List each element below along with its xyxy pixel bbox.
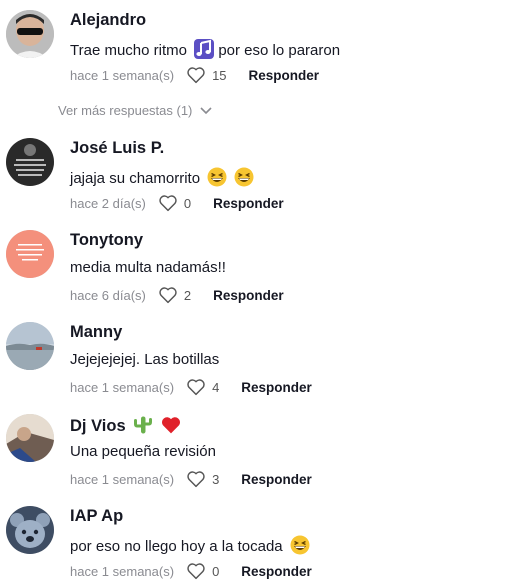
comment-item: Dj Vios Una pequeña revisión hace 1 sema… bbox=[0, 414, 518, 494]
timestamp: hace 2 día(s) bbox=[70, 195, 146, 211]
avatar[interactable] bbox=[6, 414, 54, 462]
comment-meta: hace 1 semana(s) 4 Responder bbox=[70, 378, 312, 396]
comment-text: Trae mucho ritmo por eso lo pararon bbox=[70, 39, 340, 63]
timestamp: hace 6 día(s) bbox=[70, 287, 146, 303]
like-count: 0 bbox=[212, 563, 220, 579]
grinning-squint-emoji bbox=[290, 535, 310, 559]
grinning-squint-emoji bbox=[234, 167, 254, 191]
reply-button[interactable]: Responder bbox=[241, 564, 312, 579]
heart-outline-icon bbox=[187, 563, 205, 580]
like-button[interactable]: 0 bbox=[186, 562, 219, 580]
like-button[interactable]: 2 bbox=[158, 286, 191, 304]
reply-button[interactable]: Responder bbox=[213, 196, 284, 211]
like-count: 3 bbox=[212, 471, 220, 487]
username[interactable]: Dj Vios bbox=[70, 415, 181, 440]
comment-item: Alejandro Trae mucho ritmo por eso lo pa… bbox=[0, 10, 518, 90]
avatar[interactable] bbox=[6, 230, 54, 278]
like-button[interactable]: 0 bbox=[158, 194, 191, 212]
comment-item: Tonytony media multa nadamás!! hace 6 dí… bbox=[0, 230, 518, 310]
comment-text: por eso no llego hoy a la tocada bbox=[70, 535, 310, 559]
avatar[interactable] bbox=[6, 322, 54, 370]
view-more-replies-button[interactable]: Ver más respuestas (1) bbox=[58, 103, 212, 118]
comment-meta: hace 6 día(s) 2 Responder bbox=[70, 286, 284, 304]
heart-outline-icon bbox=[159, 195, 177, 212]
timestamp: hace 1 semana(s) bbox=[70, 563, 175, 579]
timestamp: hace 1 semana(s) bbox=[70, 471, 175, 487]
reply-button[interactable]: Responder bbox=[249, 68, 320, 83]
comment-item: IAP Ap por eso no llego hoy a la tocada … bbox=[0, 506, 518, 586]
timestamp: hace 1 semana(s) bbox=[70, 379, 175, 395]
like-button[interactable]: 15 bbox=[186, 66, 227, 84]
comment-text: jajaja su chamorrito bbox=[70, 167, 254, 191]
like-button[interactable]: 4 bbox=[186, 378, 219, 396]
heart-outline-icon bbox=[187, 67, 205, 84]
username[interactable]: Alejandro bbox=[70, 11, 146, 30]
avatar[interactable] bbox=[6, 506, 54, 554]
comment-meta: hace 1 semana(s) 0 Responder bbox=[70, 562, 312, 580]
username[interactable]: José Luis P. bbox=[70, 139, 164, 158]
username[interactable]: Manny bbox=[70, 323, 122, 342]
chevron-down-icon bbox=[200, 106, 212, 114]
grinning-squint-emoji bbox=[207, 167, 227, 191]
like-button[interactable]: 3 bbox=[186, 470, 219, 488]
comment-item: Manny Jejejejejej. Las botillas hace 1 s… bbox=[0, 322, 518, 402]
comment-text: media multa nadamás!! bbox=[70, 259, 226, 276]
comment-meta: hace 2 día(s) 0 Responder bbox=[70, 194, 284, 212]
reply-button[interactable]: Responder bbox=[213, 288, 284, 303]
comment-meta: hace 1 semana(s) 15 Responder bbox=[70, 66, 319, 84]
like-count: 0 bbox=[183, 195, 192, 211]
comment-text: Jejejejejej. Las botillas bbox=[70, 351, 220, 368]
comment-text: Una pequeña revisión bbox=[70, 443, 216, 460]
like-count: 4 bbox=[212, 379, 220, 395]
avatar[interactable] bbox=[6, 10, 54, 58]
cactus-emoji bbox=[133, 415, 153, 440]
timestamp: hace 1 semana(s) bbox=[70, 67, 175, 83]
avatar[interactable] bbox=[6, 138, 54, 186]
reply-button[interactable]: Responder bbox=[241, 380, 312, 395]
like-count: 15 bbox=[212, 67, 227, 83]
like-count: 2 bbox=[183, 287, 192, 303]
music-note-emoji bbox=[194, 39, 215, 63]
reply-button[interactable]: Responder bbox=[241, 472, 312, 487]
username[interactable]: IAP Ap bbox=[70, 507, 123, 526]
comment-meta: hace 1 semana(s) 3 Responder bbox=[70, 470, 312, 488]
username[interactable]: Tonytony bbox=[70, 231, 143, 250]
heart-outline-icon bbox=[159, 287, 177, 304]
comment-item: José Luis P. jajaja su chamorrito hace 2… bbox=[0, 138, 518, 218]
red-heart-emoji bbox=[161, 415, 181, 440]
heart-outline-icon bbox=[187, 379, 205, 396]
heart-outline-icon bbox=[187, 471, 205, 488]
